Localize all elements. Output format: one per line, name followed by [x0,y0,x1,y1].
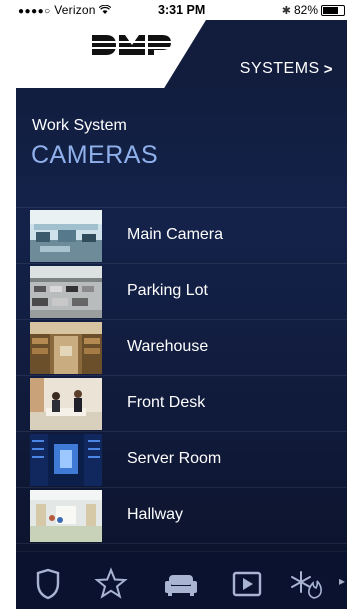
signal-strength-icon: ●●●●○ [18,6,51,17]
clock: 3:31 PM [158,3,206,17]
camera-row-hallway[interactable]: Hallway [16,487,347,544]
shield-icon[interactable] [30,566,66,602]
snowflake-flame-icon[interactable] [288,566,324,602]
play-icon[interactable] [229,566,265,602]
camera-label: Hallway [127,506,184,523]
system-name: Work System [32,117,127,134]
systems-button[interactable]: SYSTEMS > [240,60,333,78]
camera-thumbnail [30,266,102,318]
camera-row-parking-lot[interactable]: Parking Lot [16,263,347,319]
camera-label: Front Desk [127,394,206,411]
wifi-icon [99,3,112,17]
camera-thumbnail [30,490,102,542]
more-arrow-icon[interactable]: ▸ [339,574,345,588]
camera-label: Parking Lot [127,282,208,299]
camera-row-front-desk[interactable]: Front Desk [16,375,347,431]
chevron-right-icon: > [323,60,333,78]
camera-thumbnail [30,322,102,374]
status-bar: ●●●●○ Verizon 3:31 PM ✱ 82% [16,0,347,20]
battery-percent: 82% [293,3,318,17]
camera-thumbnail [30,210,102,262]
bluetooth-icon: ✱ [281,4,291,17]
camera-label: Server Room [127,450,222,467]
camera-row-warehouse[interactable]: Warehouse [16,319,347,375]
star-icon[interactable] [93,566,129,602]
bottom-tab-bar: ▸ [16,551,347,609]
dmp-logo [90,32,174,62]
page-title: CAMERAS [31,141,159,169]
camera-label: Main Camera [127,226,224,243]
camera-list: Main Camera Parking Lot Warehouse Front … [16,207,347,544]
sofa-icon[interactable] [163,566,199,602]
carrier-name: Verizon [54,3,96,17]
camera-label: Warehouse [127,338,209,355]
camera-row-server-room[interactable]: Server Room [16,431,347,487]
status-right: ✱ 82% [282,3,345,17]
battery-icon [321,4,345,16]
camera-thumbnail [30,434,102,486]
camera-thumbnail [30,378,102,430]
systems-label: SYSTEMS [239,60,320,77]
camera-row-main-camera[interactable]: Main Camera [16,207,347,263]
carrier-info: ●●●●○ Verizon [18,3,112,17]
phone-screen: ●●●●○ Verizon 3:31 PM ✱ 82% SYSTEMS > Wo… [16,0,347,609]
